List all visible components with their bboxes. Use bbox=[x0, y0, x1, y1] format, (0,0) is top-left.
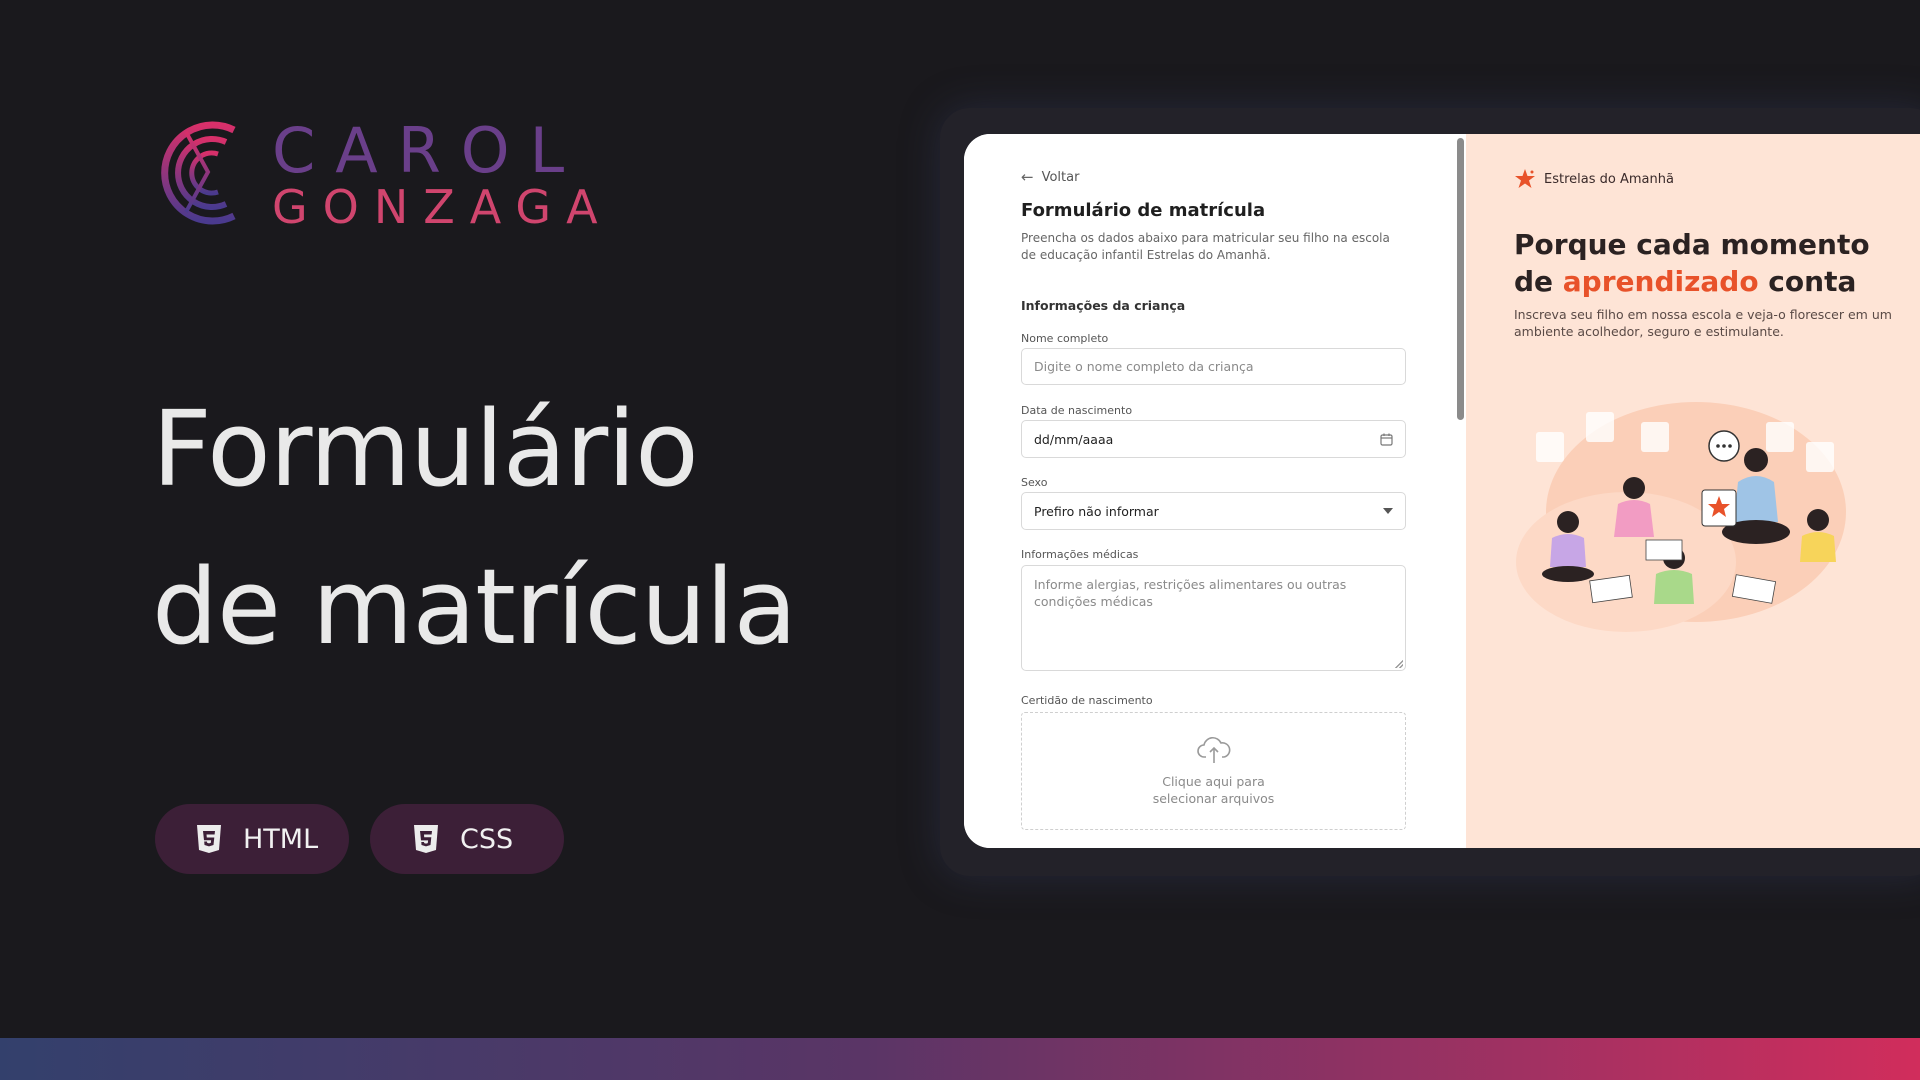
back-link[interactable]: ← Voltar bbox=[1021, 168, 1079, 186]
promo-title: Porque cada momento de aprendizado conta bbox=[1514, 226, 1914, 300]
bottom-gradient-bar bbox=[0, 1038, 1920, 1080]
file-upload-dropzone[interactable]: Clique aqui para selecionar arquivos bbox=[1021, 712, 1406, 830]
scrollbar-thumb[interactable] bbox=[1457, 138, 1464, 420]
css3-icon bbox=[414, 825, 438, 853]
medical-label: Informações médicas bbox=[1021, 548, 1139, 561]
sex-value: Prefiro não informar bbox=[1034, 503, 1159, 519]
name-input[interactable]: Digite o nome completo da criança bbox=[1021, 348, 1406, 385]
hero-title-line1: Formulário bbox=[152, 388, 699, 510]
section-title: Informações da criança bbox=[1021, 298, 1186, 313]
promo-pane: Estrelas do Amanhã Porque cada momento d… bbox=[1466, 134, 1920, 848]
certificate-label: Certidão de nascimento bbox=[1021, 694, 1153, 707]
form-pane: ← Voltar Formulário de matrícula Preench… bbox=[964, 134, 1466, 848]
brand-c-mark-icon bbox=[161, 121, 236, 225]
brand-name-line2: GONZAGA bbox=[272, 180, 613, 234]
sex-label: Sexo bbox=[1021, 476, 1048, 489]
star-logo-icon bbox=[1515, 169, 1535, 188]
sex-select[interactable]: Prefiro não informar bbox=[1021, 492, 1406, 530]
children-learning-illustration bbox=[1516, 402, 1846, 632]
birth-date-label: Data de nascimento bbox=[1021, 404, 1133, 417]
css-badge-label: CSS bbox=[460, 823, 514, 855]
promo-title-part2: conta bbox=[1758, 265, 1857, 298]
back-link-label: Voltar bbox=[1041, 169, 1080, 185]
name-label: Nome completo bbox=[1021, 332, 1109, 345]
medical-textarea[interactable]: Informe alergias, restrições alimentares… bbox=[1021, 565, 1406, 671]
upload-text-line2: selecionar arquivos bbox=[1152, 791, 1275, 806]
brand-logo: CAROL GONZAGA bbox=[156, 112, 598, 237]
form-description: Preencha os dados abaixo para matricular… bbox=[1021, 231, 1390, 262]
promo-brand: Estrelas do Amanhã bbox=[1514, 168, 1674, 190]
hero-title-line2: de matrícula bbox=[152, 546, 797, 668]
birth-date-value: dd/mm/aaaa bbox=[1034, 431, 1114, 447]
birth-date-input[interactable]: dd/mm/aaaa bbox=[1021, 420, 1406, 458]
calendar-icon[interactable] bbox=[1380, 433, 1393, 446]
html-badge: HTML bbox=[155, 804, 349, 874]
html-badge-label: HTML bbox=[243, 823, 319, 855]
cloud-upload-icon bbox=[1196, 737, 1230, 763]
resize-handle-icon[interactable] bbox=[1395, 660, 1403, 668]
css-badge: CSS bbox=[370, 804, 564, 874]
medical-placeholder: Informe alergias, restrições alimentares… bbox=[1034, 577, 1347, 609]
upload-text-line1: Clique aqui para bbox=[1162, 774, 1265, 789]
screenshot-preview: ← Voltar Formulário de matrícula Preench… bbox=[964, 134, 1920, 848]
chevron-down-icon bbox=[1383, 508, 1393, 514]
name-placeholder: Digite o nome completo da criança bbox=[1034, 359, 1254, 374]
brand-name-line1: CAROL bbox=[272, 114, 585, 187]
hero-title: Formulário de matrícula bbox=[152, 370, 797, 686]
html5-icon bbox=[197, 825, 221, 853]
promo-text: Inscreva seu filho em nossa escola e vej… bbox=[1514, 307, 1892, 339]
arrow-left-icon: ← bbox=[1021, 168, 1034, 186]
promo-title-accent: aprendizado bbox=[1562, 265, 1759, 298]
promo-brand-name: Estrelas do Amanhã bbox=[1544, 171, 1674, 187]
form-title: Formulário de matrícula bbox=[1021, 200, 1266, 221]
